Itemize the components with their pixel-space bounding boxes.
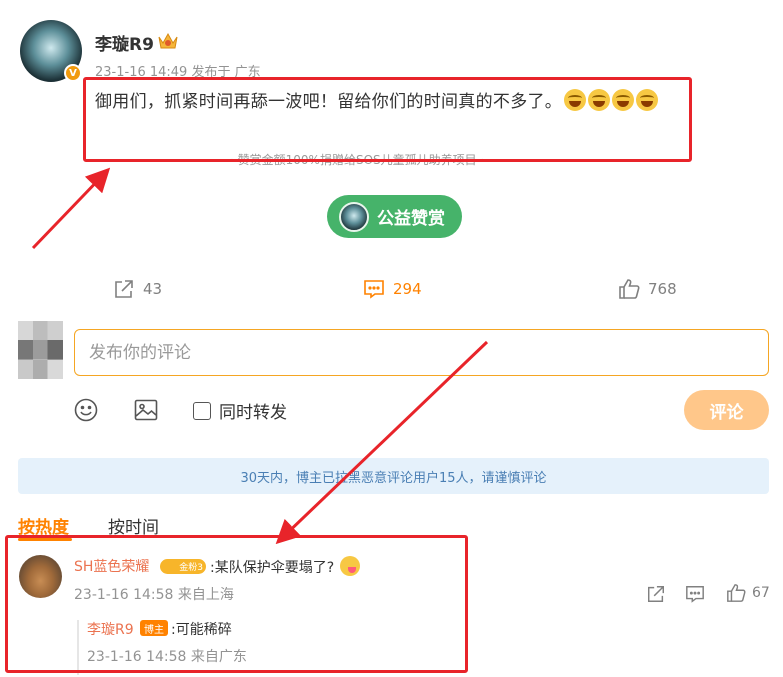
thumbs-up-icon	[619, 279, 640, 299]
thumbs-up-icon	[727, 584, 746, 602]
image-icon[interactable]	[133, 397, 159, 423]
repost-count: 43	[143, 280, 163, 298]
emoji-icon[interactable]	[73, 397, 99, 423]
repost-toggle[interactable]: 同时转发	[193, 398, 287, 423]
like-count: 768	[648, 280, 677, 298]
submit-comment-button[interactable]: 评论	[684, 390, 769, 430]
comment-count: 294	[393, 280, 422, 298]
reward-button-label: 公益赞赏	[377, 209, 445, 229]
reward-avatar	[339, 201, 369, 232]
my-avatar-pixelated	[18, 321, 63, 379]
comment-input[interactable]	[74, 329, 769, 376]
arrow-to-post	[31, 167, 111, 250]
repost-label: 同时转发	[219, 403, 287, 423]
annotation-box-post	[83, 77, 692, 162]
comment-icon	[364, 280, 384, 299]
comment-like-count: 67	[752, 585, 770, 601]
comment-reply-icon[interactable]	[685, 584, 705, 604]
comment-share-icon[interactable]	[646, 584, 666, 604]
verified-badge-icon: V	[64, 64, 82, 82]
like-action[interactable]: 768	[618, 278, 677, 300]
charity-reward-button[interactable]: 公益赞赏	[327, 195, 462, 238]
repost-action[interactable]: 43	[113, 278, 162, 300]
blocked-users-notice: 30天内，博主已拉黑恶意评论用户15人，请谨慎评论	[18, 458, 769, 494]
author-name[interactable]: 李璇R9	[95, 30, 154, 55]
comment-action[interactable]: 294	[363, 278, 422, 300]
crown-icon	[158, 32, 178, 49]
comment-like-action[interactable]: 67	[726, 583, 770, 603]
share-icon	[115, 280, 133, 298]
annotation-box-comment	[5, 535, 468, 673]
repost-checkbox[interactable]	[193, 401, 211, 420]
